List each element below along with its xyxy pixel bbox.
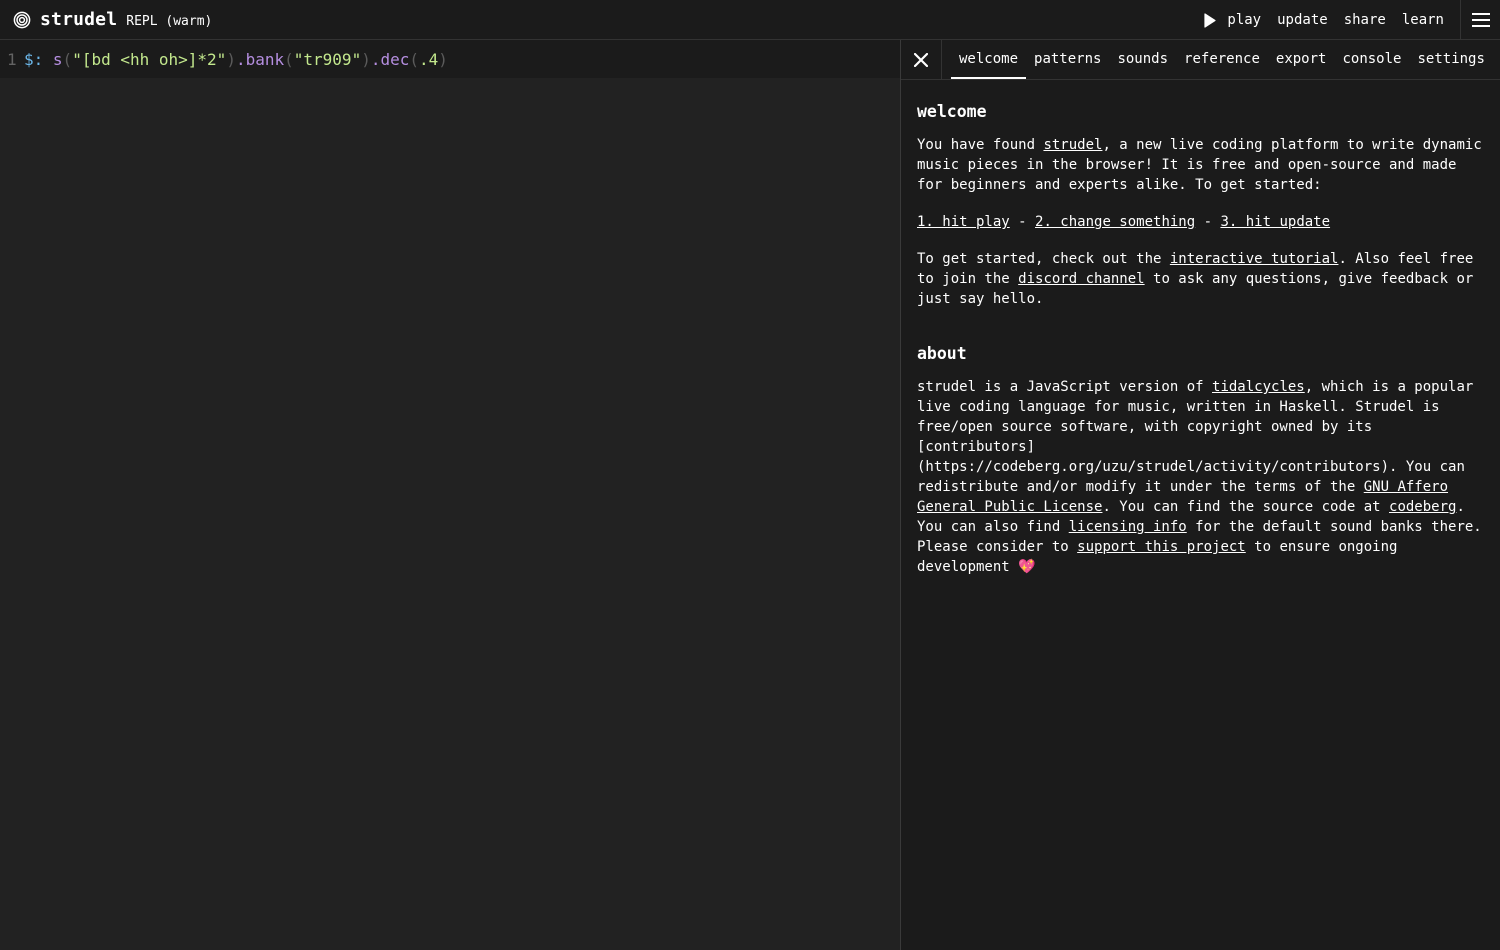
strudel-link[interactable]: strudel xyxy=(1043,137,1102,153)
discord-channel-link[interactable]: discord channel xyxy=(1018,271,1144,287)
app-name: strudel xyxy=(40,9,118,30)
brand: strudel REPL (warm) xyxy=(0,0,212,40)
getting-started-steps: 1. hit play - 2. change something - 3. h… xyxy=(917,212,1484,232)
tab-patterns[interactable]: patterns xyxy=(1026,40,1109,79)
step-separator: - xyxy=(1009,214,1036,230)
code-method-token: .dec xyxy=(370,49,410,69)
welcome-intro: You have found strudel, a new live codin… xyxy=(917,135,1484,195)
paragraph-text: To get started, check out the xyxy=(917,251,1170,267)
about-heading: about xyxy=(917,344,967,363)
code-paren-token: ( xyxy=(62,49,73,69)
tidalcycles-link[interactable]: tidalcycles xyxy=(1212,379,1305,395)
share-button[interactable]: share xyxy=(1344,0,1386,40)
tab-reference[interactable]: reference xyxy=(1176,40,1268,79)
licensing-info-link[interactable]: licensing info xyxy=(1069,519,1187,535)
top-nav: play update share learn xyxy=(1204,0,1500,40)
line-number: 1 xyxy=(7,49,17,69)
panel-tab-bar: welcome patterns sounds reference export… xyxy=(901,40,1500,80)
paragraph-text: , which is a popular live coding languag… xyxy=(917,379,1474,495)
about-paragraph: strudel is a JavaScript version of tidal… xyxy=(917,377,1484,577)
code-paren-token: ) xyxy=(361,49,371,69)
tab-console[interactable]: console xyxy=(1334,40,1409,79)
code-paren-token: ) xyxy=(438,49,448,69)
hamburger-menu-icon xyxy=(1471,12,1490,28)
step-hit-update-link[interactable]: 3. hit update xyxy=(1220,214,1330,230)
code-line[interactable]: 1 $: s("[bd <hh oh>]*2") .bank("tr909") .de… xyxy=(0,40,900,78)
code-method-token: .bank xyxy=(235,49,285,69)
paragraph-text: . You can find the source code at xyxy=(1102,499,1390,515)
code-paren-token: ( xyxy=(284,49,294,69)
code-editor[interactable]: 1 $: s("[bd <hh oh>]*2") .bank("tr909") .de… xyxy=(0,40,900,950)
strudel-spiral-icon xyxy=(13,11,31,29)
interactive-tutorial-link[interactable]: interactive tutorial xyxy=(1170,251,1339,267)
codeberg-link[interactable]: codeberg xyxy=(1389,499,1456,515)
code-paren-token: ( xyxy=(409,49,420,69)
play-button[interactable]: play xyxy=(1204,0,1261,40)
paragraph-text: strudel is a JavaScript version of xyxy=(917,379,1213,395)
step-separator: - xyxy=(1195,214,1221,230)
close-panel-button[interactable] xyxy=(901,40,942,79)
intro-text: You have found xyxy=(917,137,1044,153)
step-change-something-link[interactable]: 2. change something xyxy=(1035,214,1195,230)
code-number-token: .4 xyxy=(419,49,439,69)
sparkling-heart-icon: 💖 xyxy=(1018,559,1036,575)
play-icon xyxy=(1204,12,1216,28)
step-hit-play-link[interactable]: 1. hit play xyxy=(917,214,1010,230)
welcome-tutorial-paragraph: To get started, check out the interactiv… xyxy=(917,249,1484,309)
support-project-link[interactable]: support this project xyxy=(1077,539,1246,555)
repl-status: REPL (warm) xyxy=(126,13,213,29)
tab-welcome[interactable]: welcome xyxy=(951,40,1027,79)
update-button[interactable]: update xyxy=(1277,0,1328,40)
code-string-token: "[bd <hh oh>]*2" xyxy=(72,49,227,69)
play-label: play xyxy=(1227,12,1262,28)
code-paren-token: ) xyxy=(226,49,236,69)
welcome-heading: welcome xyxy=(917,102,987,121)
code-label-token: $: xyxy=(24,49,44,69)
close-icon xyxy=(914,52,928,67)
panel-tabs: welcome patterns sounds reference export… xyxy=(942,40,1493,79)
side-panel: welcome patterns sounds reference export… xyxy=(900,40,1500,950)
learn-button[interactable]: learn xyxy=(1402,0,1444,40)
tab-settings[interactable]: settings xyxy=(1409,40,1492,79)
menu-button[interactable] xyxy=(1460,0,1500,40)
tab-sounds[interactable]: sounds xyxy=(1109,40,1176,79)
code-string-token: "tr909" xyxy=(293,49,362,69)
tab-export[interactable]: export xyxy=(1268,40,1335,79)
code-function-token: s xyxy=(52,49,63,69)
top-bar: strudel REPL (warm) play update share le… xyxy=(0,0,1500,40)
welcome-content: welcome You have found strudel, a new li… xyxy=(901,80,1500,577)
